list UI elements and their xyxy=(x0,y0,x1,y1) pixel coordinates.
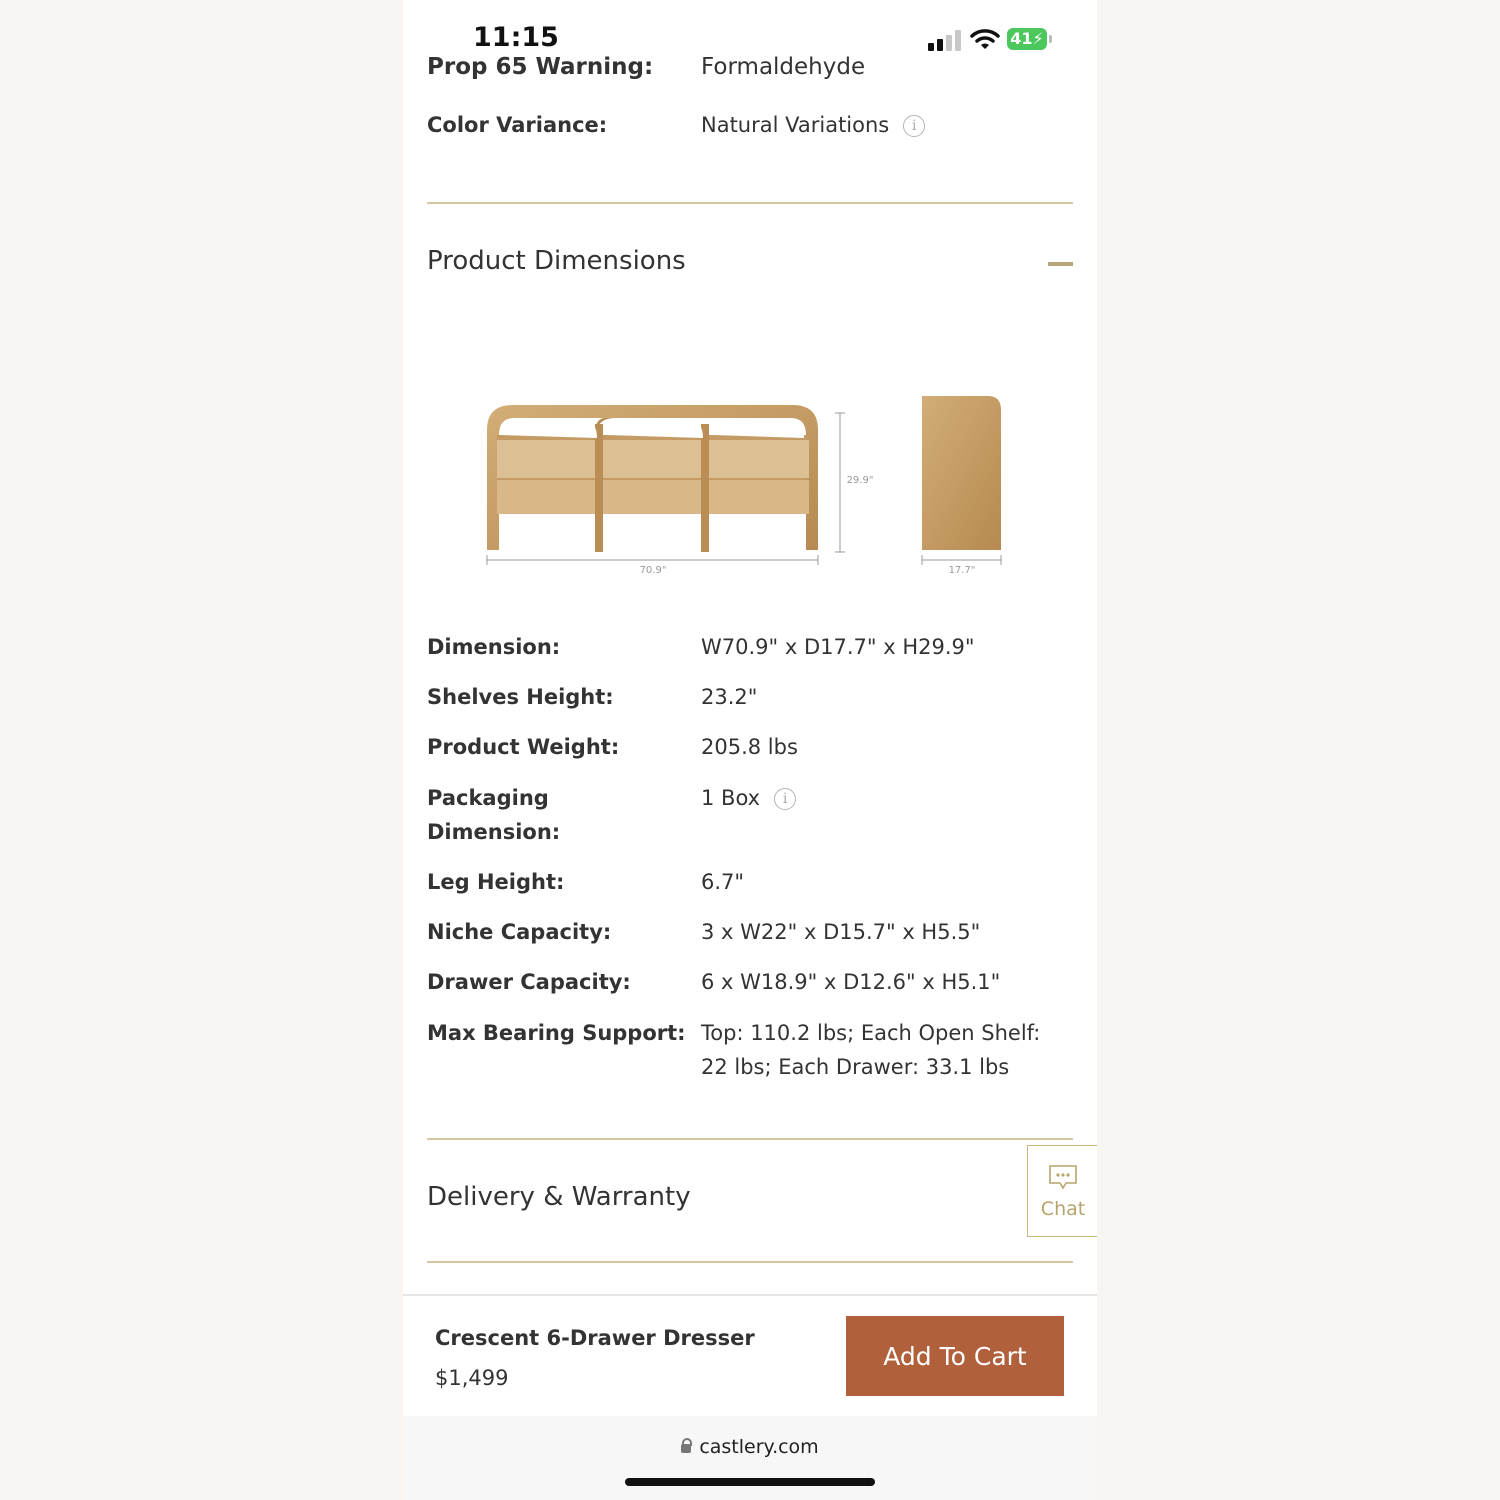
chat-label: Chat xyxy=(1040,1198,1086,1220)
spec-value: 6 x W18.9" x D12.6" x H5.1" xyxy=(701,970,1001,994)
spec-value: 205.8 lbs xyxy=(701,735,798,759)
spec-label: Packaging Dimension: xyxy=(427,786,561,844)
battery-level: 41 xyxy=(1010,29,1033,48)
spec-row-packaging-dimension: Packaging Dimension: 1 Box i xyxy=(427,781,1077,853)
spec-row-max-bearing-support: Max Bearing Support: Top: 110.2 lbs; Eac… xyxy=(427,1016,1077,1088)
url-text: castlery.com xyxy=(699,1436,819,1458)
info-icon[interactable]: i xyxy=(903,115,926,137)
spec-label: Drawer Capacity: xyxy=(427,970,631,994)
section-divider xyxy=(427,1138,1073,1140)
dimension-height-label: 29.9" xyxy=(847,475,874,486)
dresser-front-view xyxy=(486,405,845,565)
info-icon[interactable]: i xyxy=(774,788,797,810)
chat-bubble-icon xyxy=(1049,1165,1077,1190)
spec-row-product-weight: Product Weight: 205.8 lbs xyxy=(427,730,1077,770)
dresser-side-view xyxy=(921,396,1002,565)
product-price: $1,499 xyxy=(435,1366,509,1390)
spec-value: W70.9" x D17.7" x H29.9" xyxy=(701,635,975,659)
spec-row-leg-height: Leg Height: 6.7" xyxy=(427,865,1077,905)
spec-label: Product Weight: xyxy=(427,735,620,759)
battery-icon: 41⚡ xyxy=(1007,28,1047,50)
product-name: Crescent 6-Drawer Dresser xyxy=(435,1326,755,1350)
sticky-purchase-bar: Crescent 6-Drawer Dresser $1,499 Add To … xyxy=(403,1294,1097,1418)
dimension-depth-label: 17.7" xyxy=(949,565,976,576)
browser-address-bar[interactable]: castlery.com xyxy=(403,1416,1097,1500)
chat-button[interactable]: Chat xyxy=(1027,1145,1097,1237)
phone-screen: 11:15 41⚡ Prop 65 Warning: Formaldehyde … xyxy=(403,0,1097,1500)
spec-value: Formaldehyde xyxy=(701,54,866,80)
spec-value: Top: 110.2 lbs; Each Open Shelf: 22 lbs;… xyxy=(701,1021,1041,1079)
spec-row-drawer-capacity: Drawer Capacity: 6 x W18.9" x D12.6" x H… xyxy=(427,965,1077,1005)
spec-label: Niche Capacity: xyxy=(427,920,612,944)
spec-row-niche-capacity: Niche Capacity: 3 x W22" x D15.7" x H5.5… xyxy=(427,915,1077,955)
spec-label: Shelves Height: xyxy=(427,685,614,709)
spec-value: 1 Box i xyxy=(701,781,1071,815)
battery-nub xyxy=(1049,35,1052,43)
spec-value: 23.2" xyxy=(701,685,758,709)
dresser-dimension-diagram: 70.9" 29.9" 17.7" xyxy=(486,396,1002,576)
spec-label: Color Variance: xyxy=(427,113,608,137)
section-divider xyxy=(427,202,1073,204)
url-display[interactable]: castlery.com xyxy=(403,1436,1097,1458)
spec-label: Prop 65 Warning: xyxy=(427,54,654,80)
home-indicator[interactable] xyxy=(625,1478,875,1486)
spec-row-partial: Prop 65 Warning: Formaldehyde xyxy=(427,48,1077,86)
section-divider xyxy=(427,1261,1073,1263)
spec-label: Leg Height: xyxy=(427,870,565,894)
spec-value: Natural Variations i xyxy=(701,108,1071,142)
add-to-cart-button[interactable]: Add To Cart xyxy=(846,1316,1064,1396)
section-title-product-dimensions[interactable]: Product Dimensions xyxy=(427,246,686,276)
spec-label: Max Bearing Support: xyxy=(427,1021,686,1045)
collapse-minus-icon[interactable] xyxy=(1048,262,1073,266)
spec-value-text: 1 Box xyxy=(701,786,761,810)
spec-row-shelves-height: Shelves Height: 23.2" xyxy=(427,680,1077,720)
spec-label: Dimension: xyxy=(427,635,561,659)
spec-row-dimension: Dimension: W70.9" x D17.7" x H29.9" xyxy=(427,630,1077,670)
spec-value-text: Natural Variations xyxy=(701,113,890,137)
spec-value: 6.7" xyxy=(701,870,745,894)
spec-value: 3 x W22" x D15.7" x H5.5" xyxy=(701,920,981,944)
lock-icon xyxy=(681,1438,693,1453)
dimension-width-label: 70.9" xyxy=(640,565,667,576)
spec-row-color-variance: Color Variance: Natural Variations i xyxy=(427,108,1077,148)
section-title-delivery-warranty[interactable]: Delivery & Warranty xyxy=(427,1182,691,1212)
